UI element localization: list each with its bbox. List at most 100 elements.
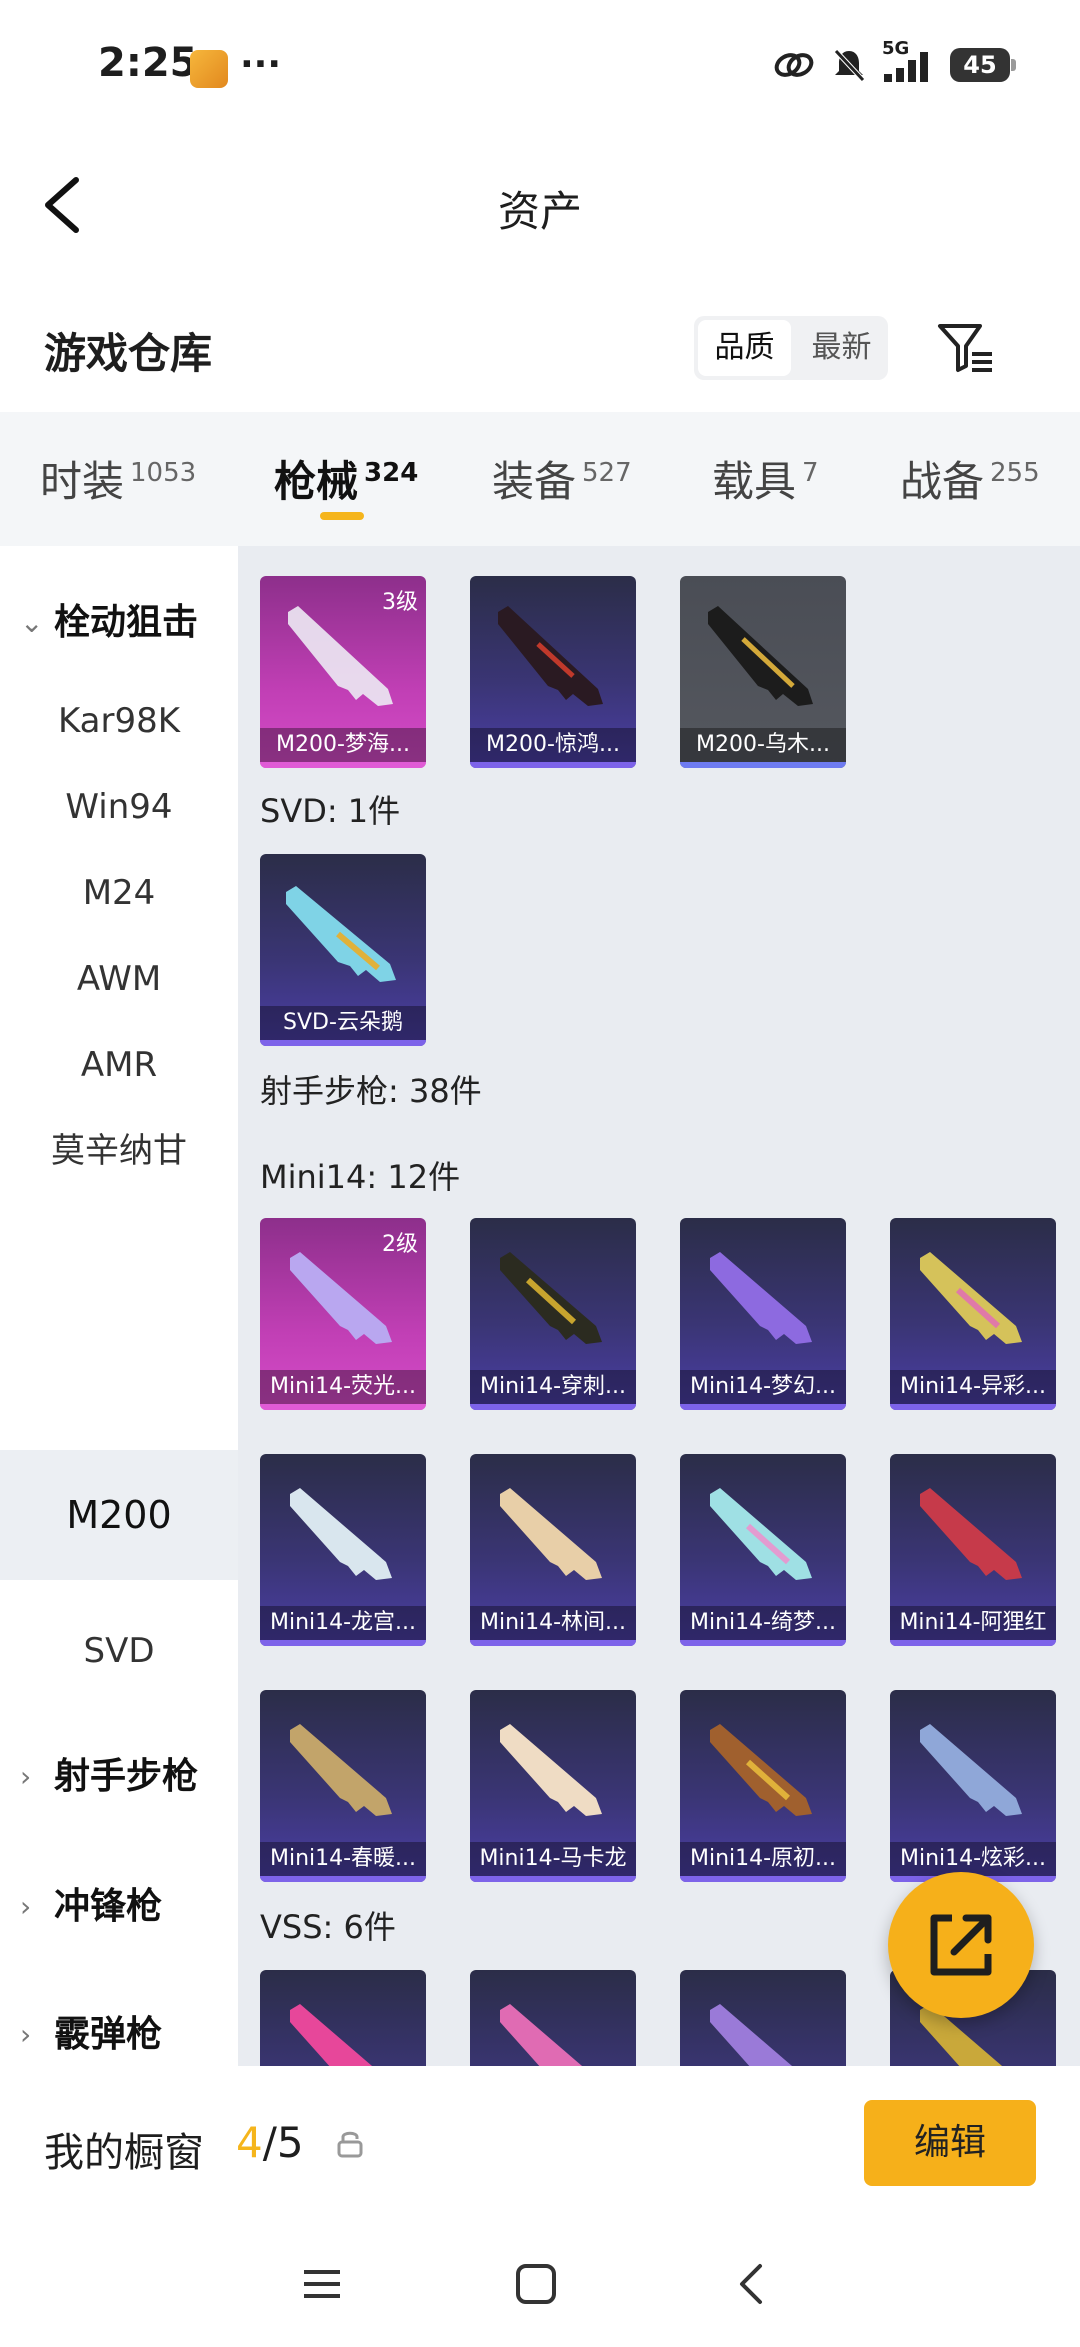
rifle-icon [290, 1488, 392, 1580]
battery-icon: 45 [950, 48, 1016, 82]
signal-icon: 5G [882, 38, 936, 84]
weapon-card[interactable]: Mini14-梦幻... [680, 1218, 846, 1410]
share-button[interactable] [888, 1872, 1034, 2018]
weapon-card[interactable] [470, 1970, 636, 2066]
rarity-bar [680, 1640, 846, 1646]
tab-combat-gear[interactable]: 战备 255 [900, 448, 1040, 509]
more-notifications-icon: ··· [240, 44, 282, 85]
rifle-icon [920, 1724, 1022, 1816]
weapon-card[interactable]: Mini14-春暖... [260, 1690, 426, 1882]
sidebar-item-m24[interactable]: M24 [0, 848, 238, 938]
tab-count: 1053 [130, 458, 197, 488]
weapon-card[interactable]: Mini14-原初... [680, 1690, 846, 1882]
rifle-icon [290, 2004, 373, 2066]
rarity-bar [680, 1404, 846, 1410]
rifle-icon [500, 1252, 602, 1344]
weapon-name: M200-乌木... [680, 728, 846, 762]
tab-label: 时装 [40, 457, 125, 506]
weapon-card[interactable] [260, 1970, 426, 2066]
weapon-name: Mini14-异彩... [890, 1370, 1056, 1404]
tab-fashion[interactable]: 时装 1053 [40, 448, 196, 509]
warehouse-title: 游戏仓库 [44, 329, 213, 378]
rifle-icon [920, 1252, 1022, 1344]
rifle-icon [710, 1488, 812, 1580]
sidebar-item-label: 冲锋枪 [54, 1886, 163, 1927]
menu-icon[interactable] [292, 2254, 352, 2314]
weapon-name: M200-梦海... [260, 728, 426, 762]
weapon-name: Mini14-绮梦... [680, 1606, 846, 1640]
sidebar-item-amr[interactable]: AMR [0, 1020, 238, 1110]
tab-equipment[interactable]: 装备 527 [492, 448, 632, 509]
weapon-card[interactable]: Mini14-炫彩... [890, 1690, 1056, 1882]
rifle-icon [290, 1724, 392, 1816]
edit-button[interactable]: 编辑 [864, 2100, 1036, 2186]
sidebar-item-kar98k[interactable]: Kar98K [0, 676, 238, 766]
sidebar-group-shotgun[interactable]: › 霰弹枪 [0, 2000, 238, 2070]
weapon-card[interactable]: M200-乌木... [680, 576, 846, 768]
weapon-name: M200-惊鸿... [470, 728, 636, 762]
sidebar-group-smg[interactable]: › 冲锋枪 [0, 1872, 238, 1942]
sort-newest[interactable]: 最新 [795, 316, 888, 380]
tab-label: 枪械 [274, 457, 359, 506]
section-label-mini14: Mini14: 12件 [260, 1158, 461, 1196]
chevron-right-icon: › [20, 2018, 32, 2051]
tab-firearms[interactable]: 枪械 324 [274, 448, 418, 509]
sidebar-item-svd[interactable]: SVD [0, 1606, 238, 1696]
link-icon [774, 53, 814, 77]
filter-icon[interactable] [936, 318, 996, 378]
rarity-bar [680, 1876, 846, 1882]
tab-count: 527 [582, 458, 632, 488]
rarity-bar [890, 1404, 1056, 1410]
weapon-card[interactable]: 3级 M200-梦海... [260, 576, 426, 768]
weapon-card[interactable]: Mini14-林间... [470, 1454, 636, 1646]
sort-toggle: 品质 最新 [694, 316, 888, 380]
rifle-icon [710, 1724, 812, 1816]
tab-count: 324 [364, 458, 419, 488]
back-nav-icon[interactable] [722, 2254, 782, 2314]
rifle-icon [710, 1252, 812, 1344]
sidebar-group-bolt-sniper[interactable]: ⌄ 栓动狙击 [0, 588, 238, 658]
sidebar-item-win94[interactable]: Win94 [0, 762, 238, 852]
rarity-bar [470, 1640, 636, 1646]
sort-quality[interactable]: 品质 [698, 320, 791, 376]
rarity-bar [260, 1040, 426, 1046]
lock-icon [337, 2131, 363, 2158]
sidebar-item-label: 栓动狙击 [54, 602, 199, 643]
sidebar-item-m200[interactable]: M200 [0, 1450, 238, 1580]
weapon-card[interactable]: SVD-云朵鹅 [260, 854, 426, 1046]
tab-label: 装备 [492, 457, 577, 506]
level-badge: 3级 [382, 590, 418, 615]
weapon-card[interactable]: Mini14-马卡龙 [470, 1690, 636, 1882]
tab-count: 255 [990, 458, 1040, 488]
status-time: 2:25 [98, 40, 198, 86]
weapon-card[interactable]: Mini14-绮梦... [680, 1454, 846, 1646]
rarity-bar [260, 1640, 426, 1646]
weapon-card[interactable]: Mini14-龙宫... [260, 1454, 426, 1646]
tab-vehicles[interactable]: 载具 7 [712, 448, 819, 509]
chevron-right-icon: › [20, 1760, 32, 1793]
weapon-card[interactable]: Mini14-阿狸红 [890, 1454, 1056, 1646]
sidebar-item-mosin[interactable]: 莫辛纳甘 [0, 1106, 238, 1196]
sidebar-item-label: 霰弹枪 [54, 2014, 163, 2055]
weapon-card[interactable]: Mini14-穿刺... [470, 1218, 636, 1410]
sidebar-item-awm[interactable]: AWM [0, 934, 238, 1024]
weapon-card[interactable]: 2级 Mini14-荧光... [260, 1218, 426, 1410]
weapon-card[interactable]: Mini14-异彩... [890, 1218, 1056, 1410]
section-label-vss: VSS: 6件 [260, 1908, 396, 1946]
section-label-svd: SVD: 1件 [260, 792, 401, 830]
weapon-card[interactable] [680, 1970, 846, 2066]
sidebar-item-label: 射手步枪 [54, 1756, 199, 1797]
rarity-bar [470, 1404, 636, 1410]
weapon-name: Mini14-阿狸红 [890, 1606, 1056, 1640]
weapon-grid: 3级 M200-梦海... M200-惊鸿... M200-乌木... SVD:… [238, 546, 1080, 2066]
weapon-card[interactable]: M200-惊鸿... [470, 576, 636, 768]
showcase-count: 4/5 [236, 2118, 304, 2167]
rarity-bar [260, 1876, 426, 1882]
status-icons: 5G 45 [772, 38, 1016, 84]
home-icon[interactable] [506, 2254, 566, 2314]
sidebar-group-marksman[interactable]: › 射手步枪 [0, 1742, 238, 1812]
section-label-marksman: 射手步枪: 38件 [260, 1072, 482, 1110]
tab-count: 7 [802, 458, 819, 488]
share-icon [930, 1914, 992, 1976]
showcase-total: /5 [262, 2118, 304, 2167]
